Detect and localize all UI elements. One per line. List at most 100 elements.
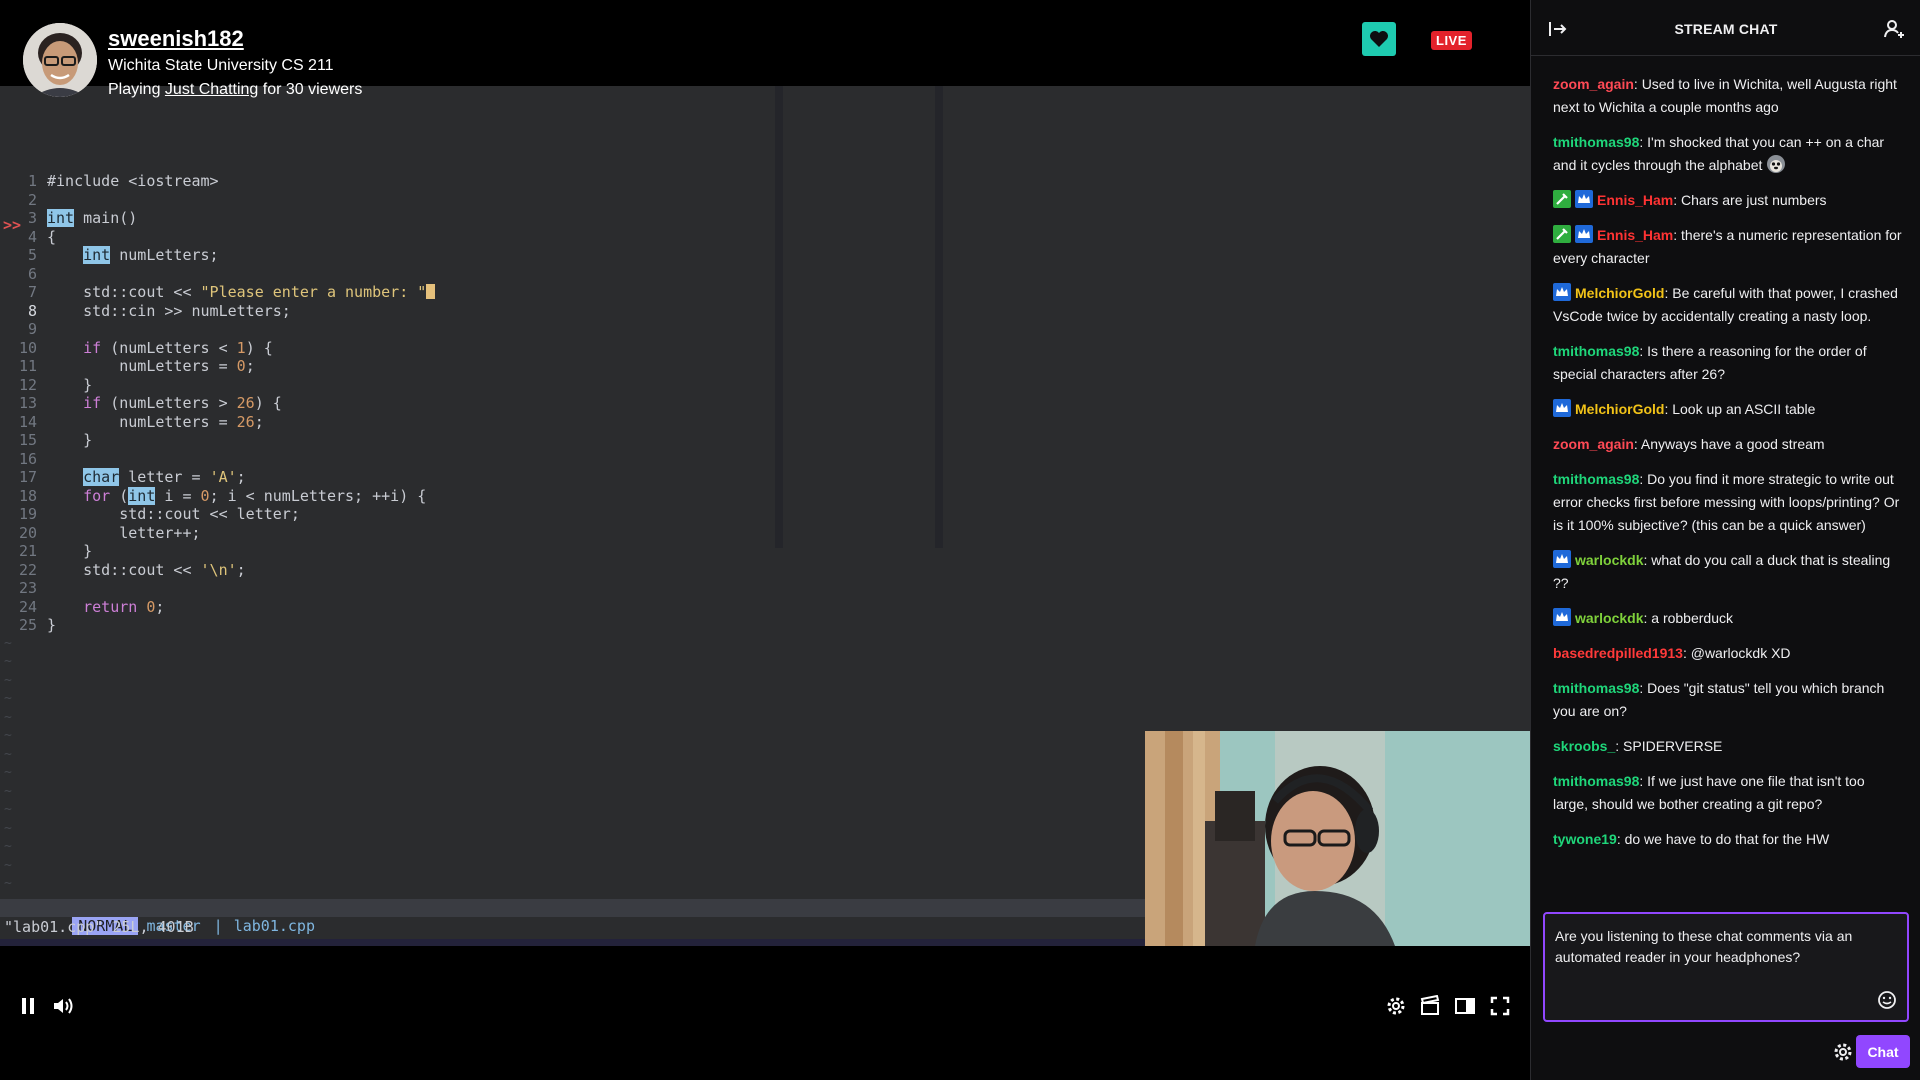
chat-username[interactable]: basedredpilled1913 [1553,645,1683,661]
moderator-badge-icon[interactable] [1553,225,1571,243]
streamer-avatar[interactable] [23,23,97,97]
code-line: 4{ [0,228,760,247]
chat-message: tywone19: do we have to do that for the … [1553,828,1903,851]
settings-icon [1387,997,1405,1015]
chat-message: zoom_again: Anyways have a good stream [1553,433,1903,456]
chat-username[interactable]: tywone19 [1553,831,1617,847]
follow-button[interactable] [1362,22,1396,56]
code-editor: 1 #include <iostream> 2 3 int main() 4{5 int … [0,86,1145,946]
subscriber-badge-icon[interactable] [1553,608,1571,626]
video-player[interactable]: 1 #include <iostream> 2 3 int main() 4{5 int … [0,0,1530,1080]
line-number: 19 [18,505,37,523]
moderator-badge-icon[interactable] [1553,190,1571,208]
chat-username[interactable]: Ennis_Ham [1597,227,1673,243]
code-line: 5 int numLetters; [0,246,760,265]
chat-username[interactable]: MelchiorGold [1575,285,1664,301]
code-line: 25} [0,616,760,635]
code-line: 20 letter++; [0,524,760,543]
chat-header: STREAM CHAT [1531,0,1920,56]
code-line: 15 } [0,431,760,450]
chat-colon: : [1682,645,1691,661]
code-line: 10 if (numLetters < 1) { [0,339,760,358]
chat-colon: : [1633,76,1642,92]
chat-username[interactable]: tmithomas98 [1553,773,1639,789]
line-number: 1 [27,172,37,190]
line-text: letter++; [47,523,201,542]
fullscreen-button[interactable] [1488,994,1512,1018]
chat-colon: : [1639,343,1648,359]
subscriber-badge-icon[interactable] [1575,190,1593,208]
line-text: numLetters = 26; [47,412,264,431]
player-settings-button[interactable] [1384,994,1408,1018]
subscriber-badge-icon[interactable] [1553,283,1571,301]
chat-username[interactable]: tmithomas98 [1553,471,1639,487]
pause-button[interactable] [16,994,40,1018]
chat-message: tmithomas98: Do you find it more strateg… [1553,468,1903,537]
chat-username[interactable]: zoom_again [1553,76,1634,92]
code-line: 22 std::cout << '\n'; [0,561,760,580]
code-line: 17 char letter = 'A'; [0,468,760,487]
send-chat-button[interactable]: Chat [1856,1035,1910,1068]
monkey-emote-icon[interactable] [1766,154,1786,174]
line-number: 22 [18,560,37,579]
line-text: std::cin >> numLetters; [47,301,291,320]
empty-line-tilde: ~ [4,635,12,651]
chat-input-text[interactable]: Are you listening to these chat comments… [1555,926,1855,968]
clip-icon [1420,995,1440,1015]
volume-button[interactable] [51,994,75,1018]
empty-line-tilde: ~ [4,746,12,762]
chat-text: SPIDERVERSE [1623,738,1723,754]
code-line: 7 std::cout << "Please enter a number: " [0,283,760,302]
chat-colon: : [1639,680,1648,696]
empty-line-tilde: ~ [4,654,12,669]
code-line: 12 } [0,376,760,395]
emote-picker-icon[interactable] [1877,990,1897,1010]
line-text: int main() [47,209,138,227]
line-text: int numLetters; [83,246,219,264]
chat-username[interactable]: tmithomas98 [1553,680,1639,696]
empty-line-tilde: ~ [4,839,12,854]
clip-button[interactable] [1418,994,1442,1018]
chat-colon: : [1615,738,1624,754]
line-text: return 0; [83,597,165,616]
chat-panel: STREAM CHAT zoom_again: Used to live in … [1530,0,1920,1080]
chat-username[interactable]: warlockdk [1575,610,1643,626]
line-text: } [47,616,57,634]
subscriber-badge-icon[interactable] [1553,399,1571,417]
webcam-image [1145,731,1530,946]
game-link[interactable]: Just Chatting [165,81,258,98]
chat-username[interactable]: MelchiorGold [1575,401,1664,417]
chat-username[interactable]: Ennis_Ham [1597,192,1673,208]
theatre-mode-button[interactable] [1453,994,1477,1018]
chat-message: zoom_again: Used to live in Wichita, wel… [1553,73,1903,119]
code-line: 19 std::cout << letter; [0,505,760,524]
line-number: 17 [18,468,37,486]
streamer-name[interactable]: sweenish182 [108,26,244,52]
chat-message: tmithomas98: I'm shocked that you can ++… [1553,131,1903,177]
chat-username[interactable]: tmithomas98 [1553,343,1639,359]
chat-input[interactable]: Are you listening to these chat comments… [1543,912,1909,1022]
empty-line-tilde: ~ [4,802,12,817]
chat-username[interactable]: tmithomas98 [1553,134,1639,150]
chat-settings-icon[interactable] [1832,1041,1854,1063]
chat-colon: : [1673,192,1682,208]
subscriber-badge-icon[interactable] [1553,550,1571,568]
line-text: } [47,431,93,449]
community-icon[interactable] [1883,18,1905,40]
chat-username[interactable]: warlockdk [1575,552,1643,568]
line-text: } [47,542,93,560]
chat-username[interactable]: zoom_again [1553,436,1634,452]
chat-username[interactable]: skroobs_ [1553,738,1615,754]
subscriber-badge-icon[interactable] [1575,225,1593,243]
vim-statusline: NORMAL master | lab01.cpp [0,899,1145,935]
empty-line-tilde: ~ [4,820,12,836]
stream-title: Wichita State University CS 211 [108,57,334,74]
statusline-separator: | [213,917,223,935]
chat-message: skroobs_: SPIDERVERSE [1553,735,1903,758]
code-line: 2 [0,191,760,210]
empty-line-tilde: ~ [4,709,12,725]
line-number: 23 [18,579,37,597]
line-text: char letter = 'A'; [83,468,246,486]
stream-video[interactable]: 1 #include <iostream> 2 3 int main() 4{5 int … [0,86,1530,946]
viewer-count: for 30 viewers [258,81,363,98]
